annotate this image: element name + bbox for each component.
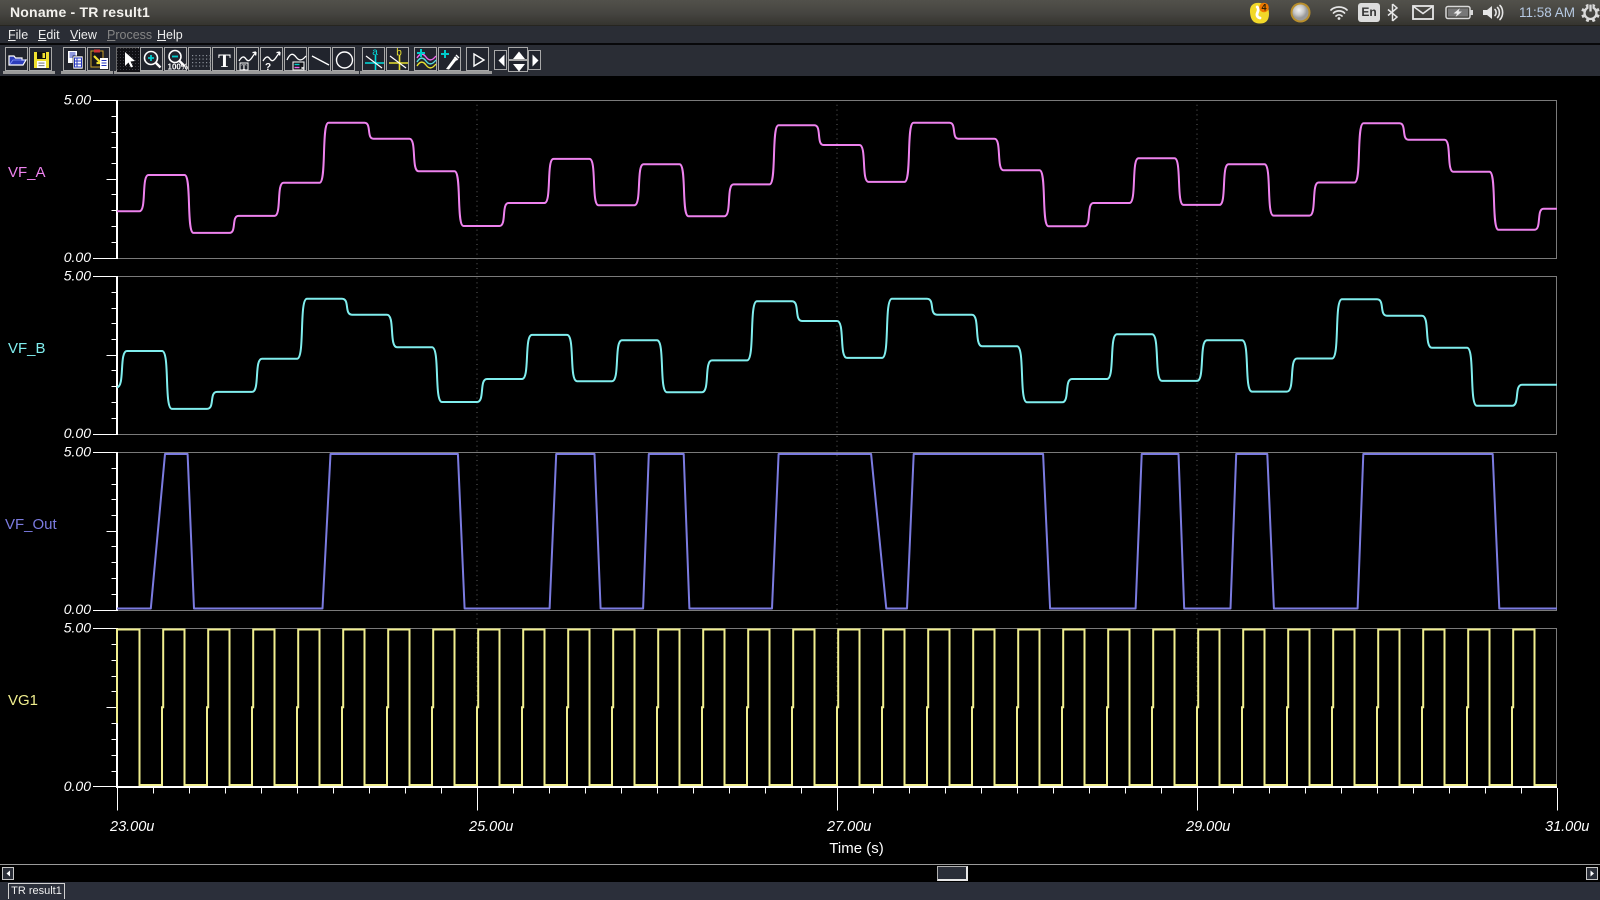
- svg-text:0.00: 0.00: [64, 778, 91, 794]
- svg-text:5.00: 5.00: [64, 268, 91, 284]
- svg-text:0.00: 0.00: [64, 601, 91, 617]
- svg-text:Time (s): Time (s): [829, 840, 883, 857]
- svg-text:0.00: 0.00: [64, 249, 91, 265]
- svg-text:31.00u: 31.00u: [1545, 819, 1589, 835]
- svg-text:23.00u: 23.00u: [109, 819, 154, 835]
- svg-text:VF_A: VF_A: [8, 164, 46, 181]
- svg-text:VF_Out: VF_Out: [5, 516, 58, 533]
- svg-text:VG1: VG1: [8, 692, 38, 709]
- svg-text:25.00u: 25.00u: [468, 819, 513, 835]
- svg-text:5.00: 5.00: [64, 92, 91, 108]
- svg-text:5.00: 5.00: [64, 620, 91, 636]
- svg-text:29.00u: 29.00u: [1185, 819, 1230, 835]
- svg-text:5.00: 5.00: [64, 444, 91, 460]
- svg-text:27.00u: 27.00u: [826, 819, 871, 835]
- svg-text:VF_B: VF_B: [8, 340, 46, 357]
- svg-text:0.00: 0.00: [64, 425, 91, 441]
